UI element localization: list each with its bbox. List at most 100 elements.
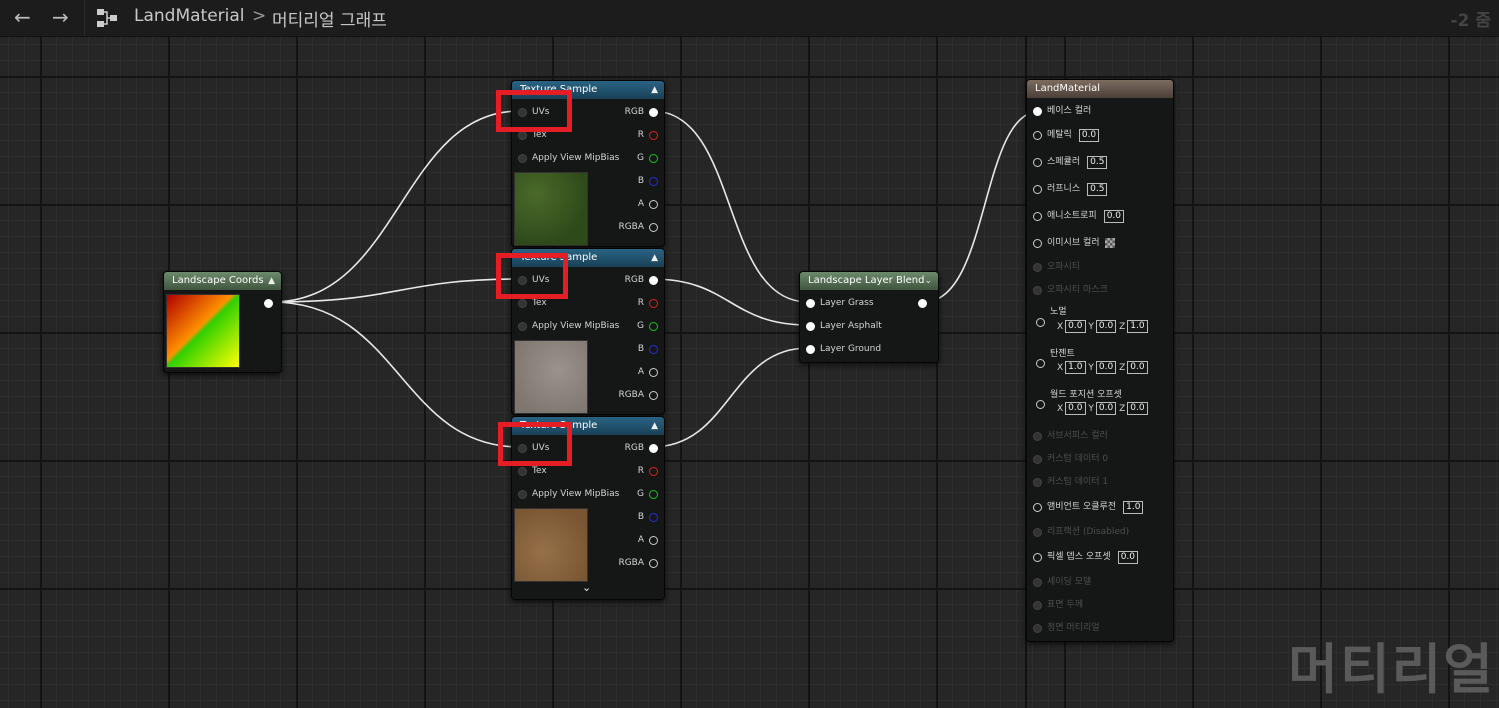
emissive-pin[interactable] — [1033, 238, 1042, 248]
forward-arrow-icon[interactable]: → — [52, 6, 69, 28]
r-output-row[interactable]: R — [633, 296, 658, 310]
mipbias-input-row[interactable]: Apply View MipBias — [518, 319, 624, 333]
uvs-pin[interactable] — [518, 107, 527, 117]
r-output-row[interactable]: R — [633, 128, 658, 142]
uvs-input-row[interactable]: UVs — [518, 105, 554, 119]
landscape-coords-header[interactable]: Landscape Coords ▲ — [164, 272, 281, 290]
rgba-output-row[interactable]: RGBA — [613, 556, 658, 570]
texture-sample-header[interactable]: Texture Sample ▲ — [512, 81, 664, 99]
world-offset-y-field[interactable]: 0.0 — [1095, 402, 1117, 415]
rgba-pin[interactable] — [649, 558, 658, 568]
world-offset-z-field[interactable]: 0.0 — [1127, 402, 1148, 415]
a-output-row[interactable]: A — [633, 533, 658, 547]
texture-sample-header[interactable]: Texture Sample ▲ — [512, 417, 664, 435]
b-output-row[interactable]: B — [633, 174, 658, 188]
anisotropy-pin[interactable] — [1033, 211, 1042, 221]
tex-pin[interactable] — [518, 298, 527, 308]
mipbias-input-row[interactable]: Apply View MipBias — [518, 487, 624, 501]
coords-output-pin[interactable] — [264, 299, 273, 308]
g-pin[interactable] — [649, 321, 658, 331]
layer-grass-row[interactable]: Layer Grass — [806, 296, 879, 310]
pixel-depth-offset-value-field[interactable]: 0.0 — [1117, 550, 1139, 564]
layer-asphalt-pin[interactable] — [806, 321, 815, 331]
uvs-pin[interactable] — [518, 443, 527, 453]
expand-chevron-icon[interactable]: ⌄ — [582, 581, 591, 594]
g-output-row[interactable]: G — [632, 151, 658, 165]
collapse-icon[interactable]: ▲ — [651, 81, 658, 99]
b-output-row[interactable]: B — [633, 510, 658, 524]
a-pin[interactable] — [649, 535, 658, 545]
world-offset-x-field[interactable]: 0.0 — [1065, 402, 1086, 415]
metallic-value-field[interactable]: 0.0 — [1078, 128, 1100, 142]
rgba-pin[interactable] — [649, 390, 658, 400]
ambient-occlusion-value-field[interactable]: 1.0 — [1123, 500, 1144, 514]
normal-y-field[interactable]: 0.0 — [1095, 320, 1117, 333]
layer-asphalt-row[interactable]: Layer Asphalt — [806, 319, 887, 333]
b-pin[interactable] — [649, 344, 658, 354]
g-output-row[interactable]: G — [632, 319, 658, 333]
a-output-row[interactable]: A — [633, 197, 658, 211]
roughness-row[interactable]: 러프니스 0.5 — [1033, 182, 1108, 196]
anisotropy-value-field[interactable]: 0.0 — [1103, 209, 1125, 223]
b-pin[interactable] — [649, 176, 658, 186]
tangent-x-field[interactable]: 1.0 — [1065, 361, 1086, 374]
mipbias-pin[interactable] — [518, 321, 527, 331]
r-pin[interactable] — [649, 466, 658, 476]
tangent-vector-fields[interactable]: X 1.0 Y 0.0 Z 0.0 — [1057, 361, 1148, 375]
a-pin[interactable] — [649, 199, 658, 209]
tangent-z-field[interactable]: 0.0 — [1127, 361, 1148, 374]
emissive-row[interactable]: 이미시브 컬러 — [1033, 236, 1115, 250]
texture-sample-node-1[interactable]: Texture Sample ▲ UVs Tex Apply View MipB… — [511, 80, 665, 247]
texture-sample-node-2[interactable]: Texture Sample ▲ UVs Tex Apply View MipB… — [511, 248, 665, 415]
collapse-icon[interactable]: ▲ — [651, 249, 658, 267]
r-pin[interactable] — [649, 298, 658, 308]
normal-pin[interactable] — [1036, 318, 1045, 327]
rgba-output-row[interactable]: RGBA — [613, 388, 658, 402]
mipbias-pin[interactable] — [518, 153, 527, 163]
r-pin[interactable] — [649, 130, 658, 140]
base-color-pin[interactable] — [1033, 106, 1042, 116]
normal-x-field[interactable]: 0.0 — [1065, 320, 1086, 333]
layer-ground-row[interactable]: Layer Ground — [806, 342, 886, 356]
tangent-pin[interactable] — [1036, 359, 1045, 368]
uvs-input-row[interactable]: UVs — [518, 441, 554, 455]
collapse-icon[interactable]: ▲ — [651, 417, 658, 435]
world-offset-pin[interactable] — [1036, 400, 1045, 409]
tex-input-row[interactable]: Tex — [518, 296, 552, 310]
normal-vector-fields[interactable]: X 0.0 Y 0.0 Z 1.0 — [1057, 320, 1148, 334]
tex-input-row[interactable]: Tex — [518, 464, 552, 478]
breadcrumb-root[interactable]: LandMaterial — [134, 6, 245, 26]
metallic-row[interactable]: 메탈릭 0.0 — [1033, 128, 1100, 142]
uvs-input-row[interactable]: UVs — [518, 273, 554, 287]
roughness-value-field[interactable]: 0.5 — [1087, 182, 1108, 196]
landscape-coords-node[interactable]: Landscape Coords ▲ — [163, 271, 282, 373]
rgb-pin[interactable] — [649, 443, 658, 453]
anisotropy-row[interactable]: 애니소트로피 0.0 — [1033, 209, 1125, 223]
rgb-pin[interactable] — [649, 107, 658, 117]
layer-grass-pin[interactable] — [806, 298, 815, 308]
a-pin[interactable] — [649, 367, 658, 377]
rgb-output-row[interactable]: RGB — [620, 441, 658, 455]
breadcrumb-current[interactable]: 머티리얼 그래프 — [272, 6, 387, 31]
base-color-row[interactable]: 베이스 컬러 — [1033, 104, 1096, 118]
uvs-pin[interactable] — [518, 275, 527, 285]
land-material-node[interactable]: LandMaterial 베이스 컬러 메탈릭 0.0 스페큘러 0.5 러프니스 0… — [1026, 79, 1174, 642]
specular-pin[interactable] — [1033, 157, 1042, 167]
rgb-output-row[interactable]: RGB — [620, 273, 658, 287]
collapse-icon[interactable]: ▲ — [268, 272, 275, 290]
g-output-row[interactable]: G — [632, 487, 658, 501]
ambient-occlusion-pin[interactable] — [1033, 502, 1042, 512]
rgba-output-row[interactable]: RGBA — [613, 220, 658, 234]
b-output-row[interactable]: B — [633, 342, 658, 356]
world-offset-vector-fields[interactable]: X 0.0 Y 0.0 Z 0.0 — [1057, 402, 1148, 416]
tex-input-row[interactable]: Tex — [518, 128, 552, 142]
back-arrow-icon[interactable]: ← — [14, 6, 31, 28]
texture-sample-header[interactable]: Texture Sample ▲ — [512, 249, 664, 267]
checker-swatch-icon[interactable] — [1104, 238, 1115, 248]
metallic-pin[interactable] — [1033, 130, 1042, 140]
layer-ground-pin[interactable] — [806, 344, 815, 354]
layer-blend-header[interactable]: Landscape Layer Blend ⌄ — [800, 272, 938, 290]
texture-sample-node-3[interactable]: Texture Sample ▲ UVs Tex Apply View MipB… — [511, 416, 665, 600]
tangent-y-field[interactable]: 0.0 — [1095, 361, 1117, 374]
b-pin[interactable] — [649, 512, 658, 522]
